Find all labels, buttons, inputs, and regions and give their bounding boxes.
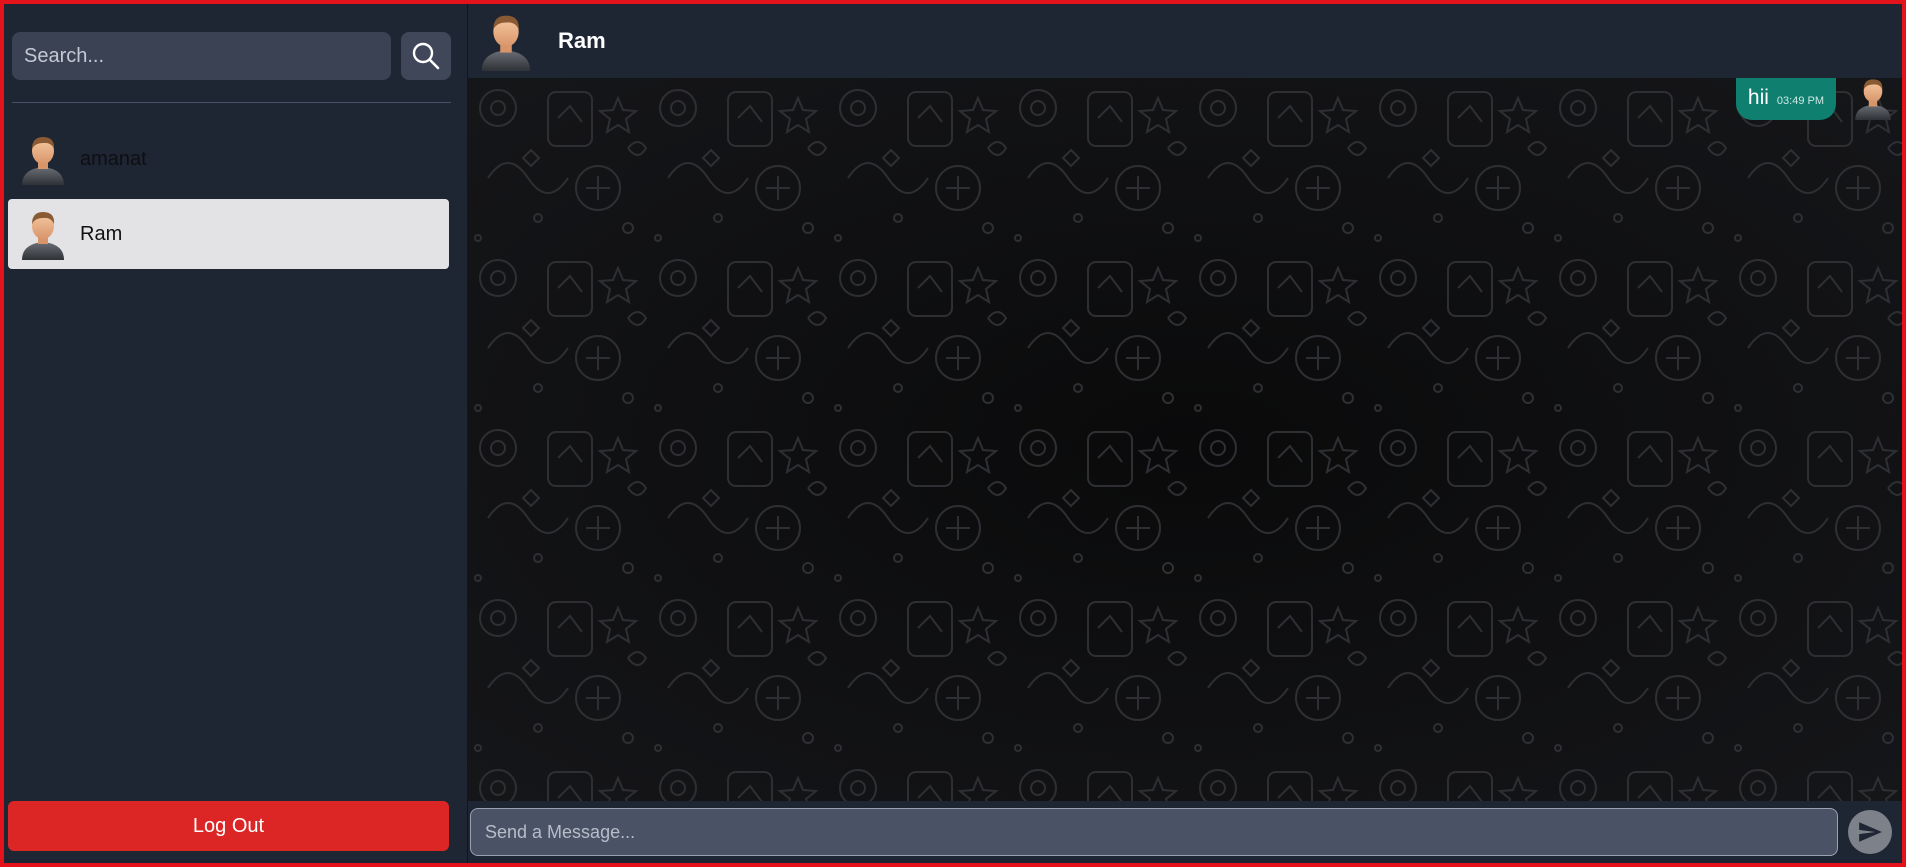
chat-panel: Ram hii 03:49 PM Send a Message... bbox=[468, 4, 1902, 863]
contact-item-ram[interactable]: Ram bbox=[8, 199, 449, 269]
chat-wallpaper bbox=[468, 78, 1902, 814]
send-icon bbox=[1859, 822, 1882, 842]
search-button[interactable] bbox=[401, 32, 451, 80]
avatar bbox=[20, 208, 66, 260]
user-avatar-icon bbox=[22, 212, 64, 260]
message-time: 03:49 PM bbox=[1776, 95, 1824, 107]
user-avatar-icon bbox=[481, 15, 531, 71]
send-button[interactable] bbox=[1848, 810, 1892, 854]
search-row bbox=[8, 28, 453, 80]
user-avatar-icon bbox=[1855, 79, 1891, 120]
user-avatar-icon bbox=[22, 137, 64, 185]
logout-button[interactable]: Log Out bbox=[8, 801, 449, 851]
contact-item-amanat[interactable]: amanat bbox=[8, 124, 449, 194]
chat-header: Ram bbox=[468, 4, 1902, 78]
message-composer bbox=[468, 801, 1902, 863]
contact-list: amanat Ram bbox=[8, 124, 449, 274]
search-icon bbox=[412, 42, 440, 70]
avatar bbox=[20, 133, 66, 185]
contact-name: amanat bbox=[80, 147, 147, 170]
contact-name: Ram bbox=[80, 222, 123, 245]
message-text: hii bbox=[1747, 86, 1769, 109]
chat-title: Ram bbox=[558, 28, 606, 53]
message-input[interactable] bbox=[470, 808, 1838, 856]
sidebar: amanat bbox=[4, 4, 468, 863]
chat-header-avatar[interactable] bbox=[478, 11, 534, 71]
message-avatar bbox=[1850, 76, 1896, 120]
message-bubble[interactable]: hii 03:49 PM bbox=[1735, 76, 1836, 120]
search-input[interactable] bbox=[12, 32, 391, 80]
sidebar-divider bbox=[12, 102, 451, 103]
message-row: hii 03:49 PM bbox=[1735, 76, 1896, 120]
app-window: amanat bbox=[0, 0, 1906, 867]
